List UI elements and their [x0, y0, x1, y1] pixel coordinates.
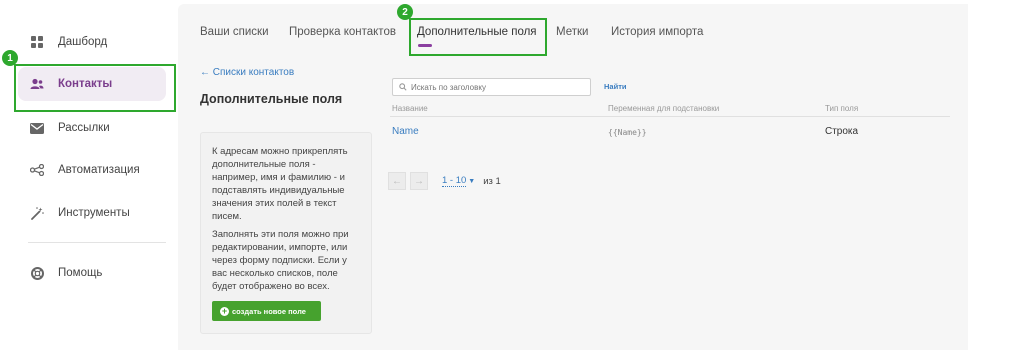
sidebar-item-label: Рассылки — [58, 122, 110, 134]
tab-your-lists[interactable]: Ваши списки — [200, 26, 269, 38]
create-field-label: создать новое поле — [232, 306, 306, 316]
main-content: Ваши списки Проверка контактов Дополните… — [178, 4, 968, 350]
back-to-lists-link[interactable]: ← Списки контактов — [200, 67, 294, 78]
tab-contact-check[interactable]: Проверка контактов — [289, 26, 396, 38]
sidebar-item-tools[interactable]: Инструменты — [18, 196, 166, 230]
tab-additional-fields[interactable]: Дополнительные поля — [417, 26, 537, 38]
search-input[interactable] — [411, 82, 581, 92]
share-icon — [30, 163, 44, 177]
sidebar-item-help[interactable]: Помощь — [18, 256, 166, 290]
mail-icon — [30, 121, 44, 135]
field-variable: {{Name}} — [608, 128, 647, 137]
grid-icon — [30, 35, 44, 49]
sidebar-item-label: Автоматизация — [58, 164, 140, 176]
search-button[interactable]: Найти — [604, 82, 626, 91]
sidebar-item-dashboard[interactable]: Дашборд — [18, 25, 166, 59]
sidebar-item-label: Дашборд — [58, 36, 108, 48]
tab-import-history[interactable]: История импорта — [611, 26, 703, 38]
sidebar-item-mailings[interactable]: Рассылки — [18, 111, 166, 145]
table-header-divider — [390, 116, 950, 117]
step1-badge: 1 — [2, 50, 18, 66]
info-paragraph: Заполнять эти поля можно при редактирова… — [212, 229, 349, 292]
users-icon — [30, 77, 44, 91]
next-page-button[interactable]: → — [410, 172, 428, 190]
prev-page-button[interactable]: ← — [388, 172, 406, 190]
sidebar-item-label: Помощь — [58, 267, 103, 279]
sidebar: Дашборд Контакты Рассылки Автоматизация … — [0, 0, 178, 350]
create-field-button[interactable]: + создать новое поле — [212, 301, 321, 321]
column-header-variable: Переменная для подстановки — [608, 104, 720, 113]
field-name-link[interactable]: Name — [392, 126, 419, 137]
column-header-type[interactable]: Тип поля — [825, 104, 858, 113]
tab-tags[interactable]: Метки — [556, 26, 588, 38]
tab-bar: Ваши списки Проверка контактов Дополните… — [178, 4, 968, 54]
field-type: Строка — [825, 126, 859, 137]
pagination: ← → 1 - 10 ▼ из 1 — [388, 172, 501, 190]
active-tab-indicator — [418, 44, 432, 47]
column-header-name[interactable]: Название — [392, 104, 428, 113]
page-title: Дополнительные поля — [200, 92, 343, 106]
info-panel: К адресам можно прикреплять дополнительн… — [200, 132, 372, 334]
sidebar-divider — [28, 242, 166, 243]
sidebar-item-contacts[interactable]: Контакты — [18, 67, 166, 101]
search-field[interactable] — [392, 78, 591, 96]
step2-badge: 2 — [397, 4, 413, 20]
sidebar-item-label: Контакты — [58, 78, 113, 90]
lifebuoy-icon — [30, 266, 44, 280]
search-icon — [399, 78, 407, 96]
page-size-selector[interactable]: 1 - 10 — [442, 175, 467, 187]
sidebar-item-automation[interactable]: Автоматизация — [18, 153, 166, 187]
plus-icon: + — [220, 305, 229, 316]
magic-wand-icon — [30, 206, 44, 220]
sidebar-item-label: Инструменты — [58, 207, 130, 219]
chevron-down-icon[interactable]: ▼ — [468, 178, 475, 185]
info-paragraph: К адресам можно прикреплять дополнительн… — [212, 146, 348, 222]
page-total: из 1 — [483, 175, 501, 187]
